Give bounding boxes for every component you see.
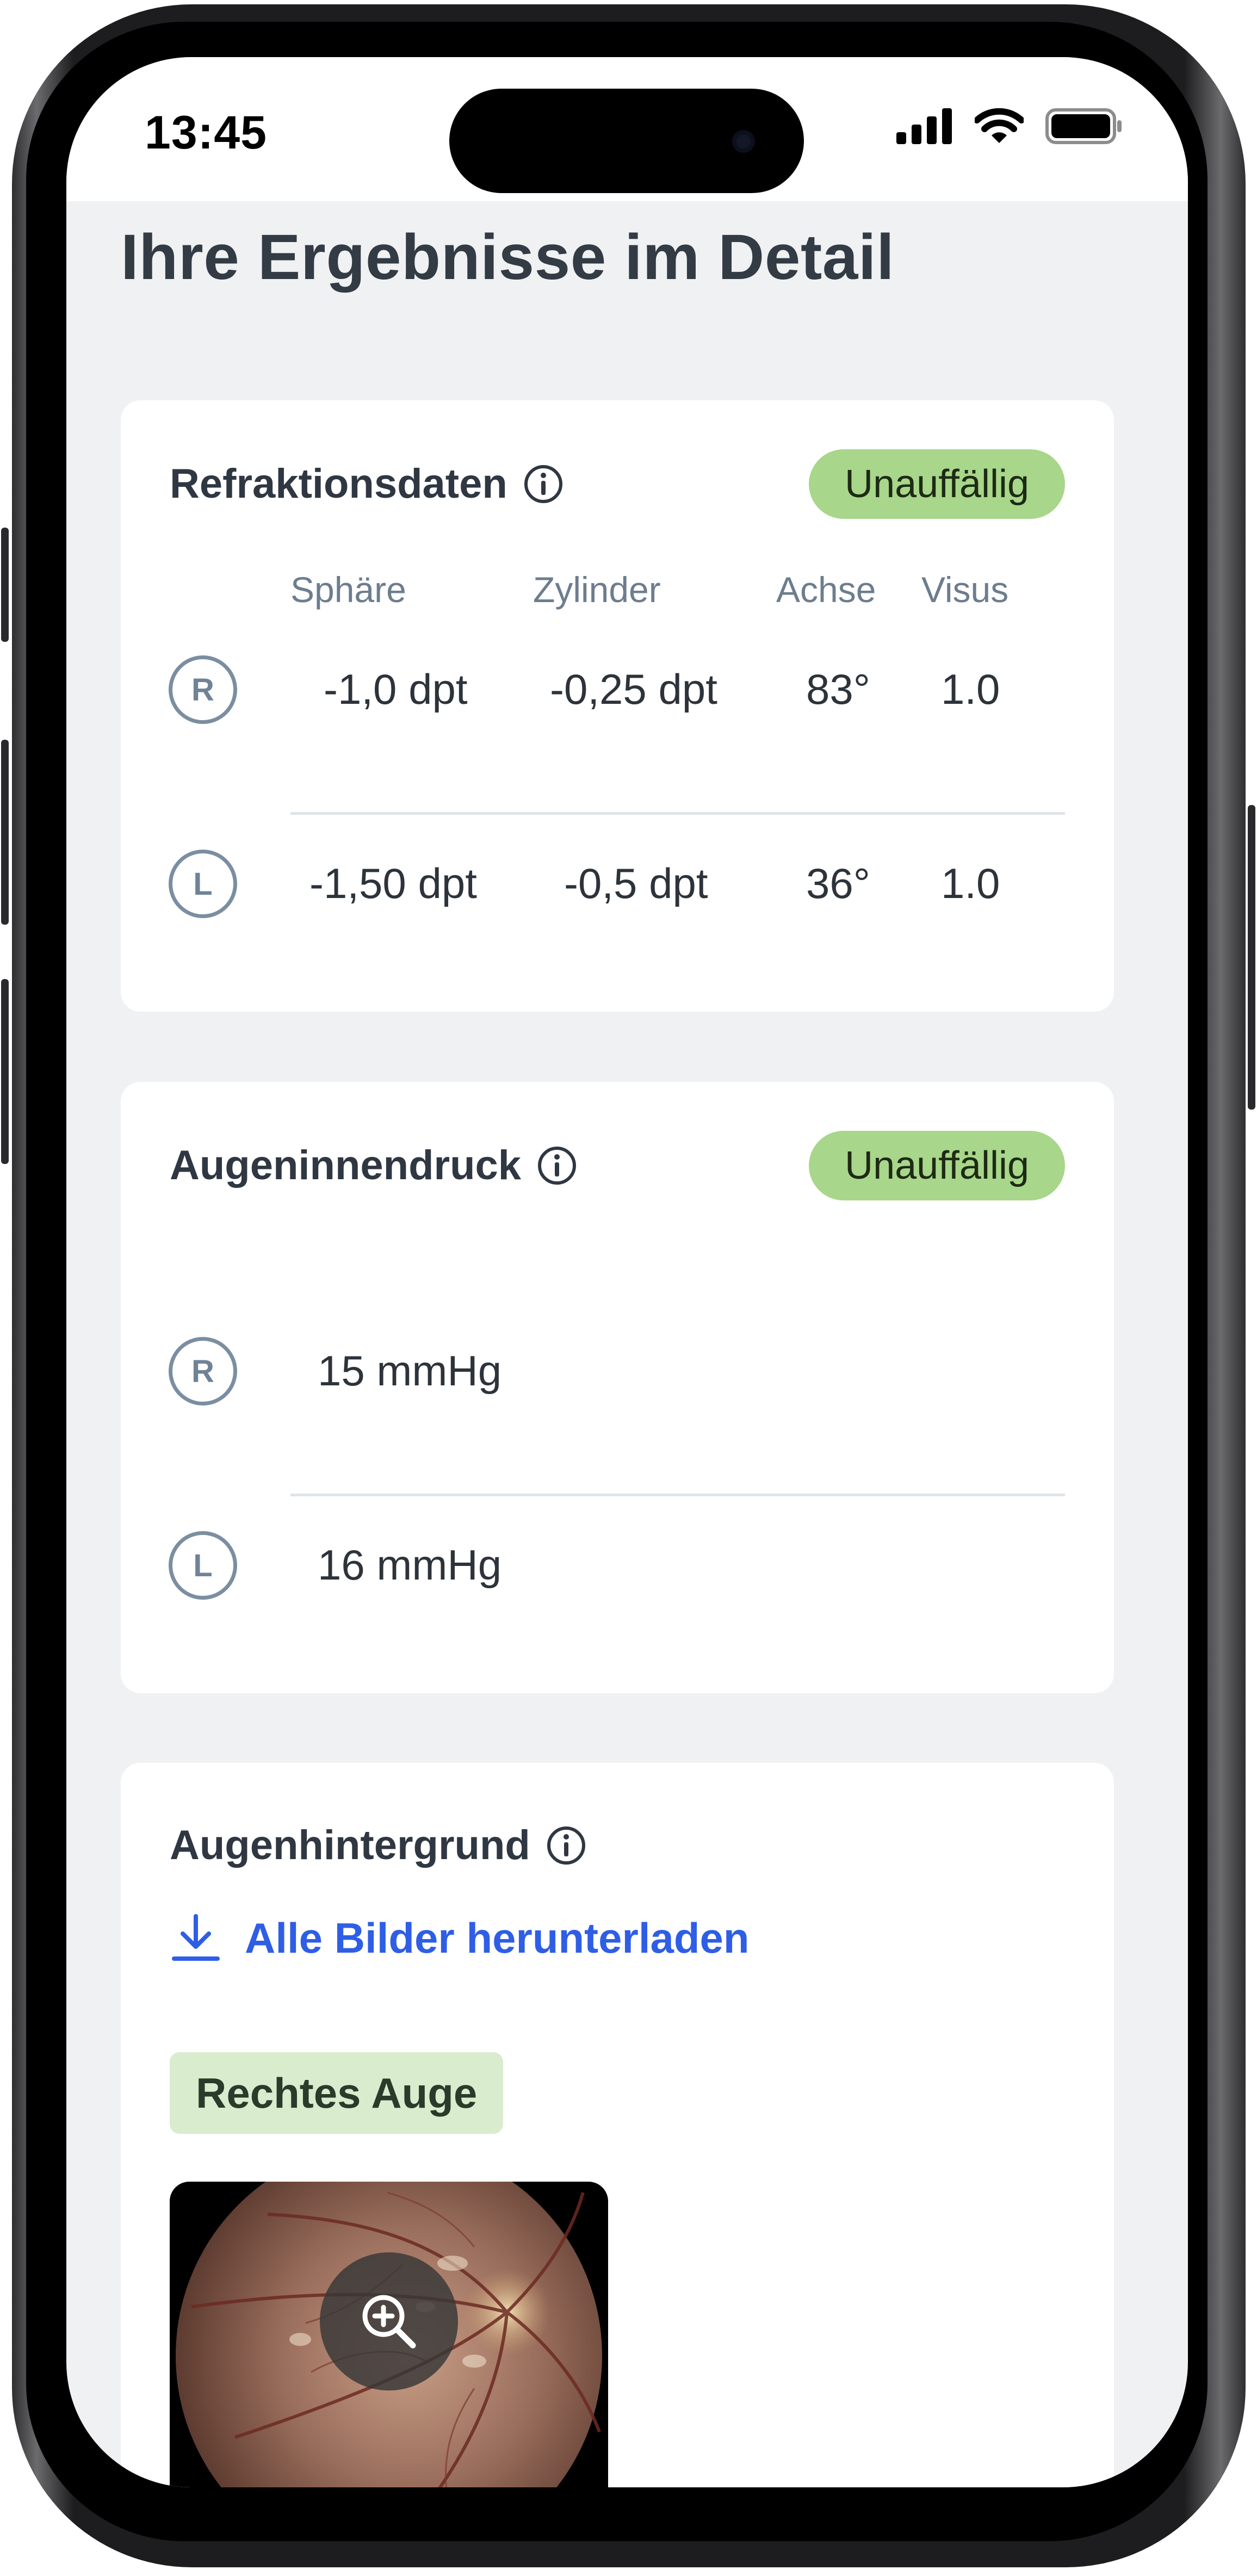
dynamic-island: [449, 89, 804, 193]
right-eye-badge: R: [169, 1337, 237, 1405]
sphere-right: -1,0 dpt: [324, 665, 468, 713]
cellular-signal-icon: [896, 108, 952, 144]
volume-up-button: [1, 740, 9, 925]
refraction-title: Refraktionsdaten: [170, 460, 564, 507]
fundus-title-text: Augenhintergrund: [170, 1822, 530, 1868]
info-icon[interactable]: [536, 1145, 578, 1186]
pressure-left: 16 mmHg: [318, 1541, 502, 1589]
download-all-link[interactable]: Alle Bilder herunterladen: [170, 1912, 750, 1964]
right-eye-tag: Rechtes Auge: [170, 2052, 504, 2134]
power-button: [1248, 805, 1255, 1110]
pressure-title-text: Augeninnendruck: [170, 1142, 522, 1188]
status-badge: Unauffällig: [809, 1131, 1065, 1200]
column-header-sphere: Sphäre: [290, 569, 406, 610]
battery-icon: [1045, 108, 1122, 144]
zoom-in-icon: [362, 2295, 416, 2349]
right-eye-badge: R: [169, 655, 237, 724]
status-time: 13:45: [145, 107, 267, 159]
pressure-title: Augeninnendruck: [170, 1142, 578, 1189]
download-icon: [172, 1914, 220, 1961]
left-eye-badge: L: [169, 1531, 237, 1600]
action-button: [1, 528, 9, 642]
pressure-card: Augeninnendruck Unauffällig R 15 mmHg L …: [121, 1082, 1114, 1693]
status-icons: [896, 107, 1123, 145]
fundus-image[interactable]: [170, 2182, 608, 2487]
fundus-title: Augenhintergrund: [170, 1822, 587, 1869]
info-icon[interactable]: [546, 1825, 587, 1866]
camera-icon: [732, 130, 755, 153]
cylinder-right: -0,25 dpt: [550, 665, 717, 713]
volume-down-button: [1, 979, 9, 1164]
info-icon[interactable]: [523, 463, 564, 505]
download-all-label: Alle Bilder herunterladen: [245, 1914, 750, 1962]
pressure-right: 15 mmHg: [318, 1347, 502, 1395]
status-bar: 13:45: [66, 57, 1188, 201]
fundus-card: Augenhintergrund Alle Bilder herunterlad…: [121, 1763, 1114, 2487]
axis-left: 36°: [806, 859, 870, 907]
status-badge: Unauffällig: [809, 449, 1065, 519]
column-header-cylinder: Zylinder: [533, 569, 661, 610]
refraction-title-text: Refraktionsdaten: [170, 461, 507, 507]
column-header-visus: Visus: [921, 569, 1009, 610]
column-header-axis: Achse: [776, 569, 876, 610]
cylinder-left: -0,5 dpt: [564, 859, 708, 907]
refraction-card: Refraktionsdaten Unauffällig Sphäre Zyli…: [121, 400, 1114, 1012]
screen: 13:45 Ihre Ergebnisse im Detail Refrakti…: [66, 57, 1188, 2487]
row-divider: [290, 812, 1065, 815]
visus-left: 1.0: [941, 859, 1000, 907]
row-divider: [290, 1494, 1065, 1496]
left-eye-badge: L: [169, 850, 237, 918]
sphere-left: -1,50 dpt: [309, 859, 477, 907]
zoom-button[interactable]: [320, 2252, 458, 2391]
wifi-icon: [975, 108, 1024, 143]
axis-right: 83°: [806, 665, 870, 713]
page-title: Ihre Ergebnisse im Detail: [121, 221, 895, 293]
visus-right: 1.0: [941, 665, 1000, 713]
